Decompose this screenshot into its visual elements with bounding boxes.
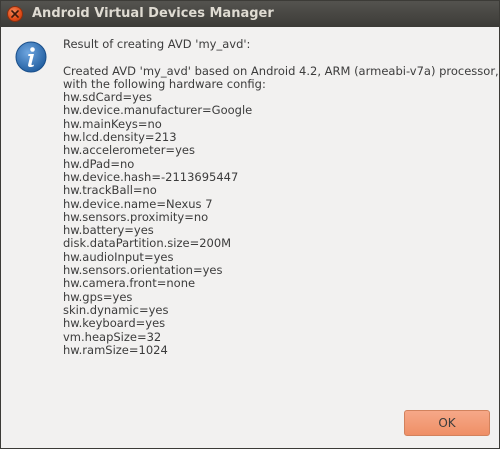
config-line: hw.camera.front=none xyxy=(63,276,196,291)
config-line: hw.device.name=Nexus 7 xyxy=(63,196,213,211)
config-line: hw.sensors.orientation=yes xyxy=(63,263,223,278)
config-line: hw.lcd.density=213 xyxy=(63,130,177,145)
config-line: skin.dynamic=yes xyxy=(63,302,169,317)
message-intro-line: with the following hardware config: xyxy=(63,76,266,91)
close-button[interactable] xyxy=(7,6,23,22)
close-icon xyxy=(11,10,19,18)
config-line: hw.mainKeys=no xyxy=(63,116,162,131)
config-line: vm.heapSize=32 xyxy=(63,329,162,344)
dialog-window: Android Virtual Devices Manager Result o… xyxy=(0,0,500,449)
window-title: Android Virtual Devices Manager xyxy=(32,6,274,21)
message-intro-line: Created AVD 'my_avd' based on Android 4.… xyxy=(63,63,499,78)
ok-button[interactable]: OK xyxy=(404,410,490,436)
config-line: hw.dPad=no xyxy=(63,156,135,171)
result-message: Result of creating AVD 'my_avd': Created… xyxy=(63,37,499,357)
title-bar[interactable]: Android Virtual Devices Manager xyxy=(1,1,499,27)
config-line: hw.accelerometer=yes xyxy=(63,143,195,158)
config-line: hw.device.hash=-2113695447 xyxy=(63,169,239,184)
config-line: hw.trackBall=no xyxy=(63,183,157,198)
config-line: disk.dataPartition.size=200M xyxy=(63,236,232,251)
message-heading: Result of creating AVD 'my_avd': xyxy=(63,37,251,51)
config-line: hw.audioInput=yes xyxy=(63,249,174,264)
config-line: hw.battery=yes xyxy=(63,223,154,238)
config-line: hw.ramSize=1024 xyxy=(63,342,168,357)
config-line: hw.sdCard=yes xyxy=(63,90,152,105)
config-line: hw.gps=yes xyxy=(63,289,133,304)
config-line: hw.keyboard=yes xyxy=(63,316,166,331)
config-line: hw.sensors.proximity=no xyxy=(63,209,209,224)
config-line: hw.device.manufacturer=Google xyxy=(63,103,253,118)
info-icon xyxy=(15,41,47,73)
